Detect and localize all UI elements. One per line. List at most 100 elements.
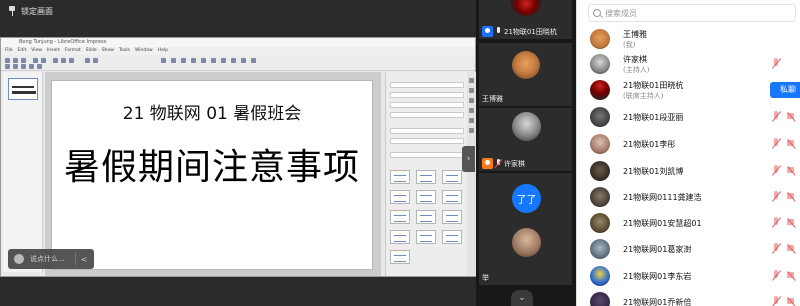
- member-row[interactable]: 许家棋 (主持人): [587, 52, 797, 76]
- layout-option[interactable]: [390, 250, 410, 264]
- lock-screen-button[interactable]: 锁定画面: [8, 3, 53, 19]
- toolbar-icon[interactable]: [53, 58, 58, 63]
- member-row[interactable]: 21物联网01李东岩: [587, 264, 797, 288]
- toolbar-icon[interactable]: [201, 58, 206, 63]
- property-field[interactable]: [390, 102, 464, 108]
- menu-item[interactable]: View: [31, 47, 42, 55]
- slide[interactable]: 21 物联网 01 暑假班会 暑假期间注意事项: [51, 80, 373, 270]
- toolbar-icon[interactable]: [191, 58, 196, 63]
- layout-option[interactable]: [390, 190, 410, 204]
- toolbar-icon[interactable]: [241, 58, 246, 63]
- member-row[interactable]: 21物联网01乔新倍: [587, 290, 797, 306]
- microphone-muted-icon[interactable]: [771, 58, 780, 70]
- toolbar-icon[interactable]: [37, 64, 42, 69]
- menu-item[interactable]: Slide: [86, 47, 97, 55]
- toolbar-icon[interactable]: [85, 58, 90, 63]
- toolbar-icon[interactable]: [21, 58, 26, 63]
- camera-off-icon[interactable]: [787, 297, 797, 305]
- emoji-icon[interactable]: [14, 254, 24, 264]
- toolbar-icon[interactable]: [29, 64, 34, 69]
- sidebar-tab-icon[interactable]: [469, 108, 474, 113]
- member-row[interactable]: 王博雅 (我): [587, 27, 797, 51]
- camera-off-icon[interactable]: [787, 244, 797, 252]
- toolbar-icon[interactable]: [221, 58, 226, 63]
- toolbar-icon[interactable]: [251, 58, 256, 63]
- layout-option[interactable]: [442, 210, 462, 224]
- layout-option[interactable]: [442, 190, 462, 204]
- microphone-muted-icon[interactable]: [771, 296, 780, 306]
- layout-option[interactable]: [390, 230, 410, 244]
- toolbar-icon[interactable]: [231, 58, 236, 63]
- menu-item[interactable]: File: [5, 47, 13, 55]
- scroll-down-button[interactable]: ⌄: [511, 290, 533, 306]
- microphone-muted-icon[interactable]: [771, 217, 780, 229]
- layout-option[interactable]: [390, 210, 410, 224]
- collapse-panel-handle[interactable]: ›: [462, 146, 475, 172]
- sidebar-tab-icon[interactable]: [469, 78, 474, 83]
- camera-off-icon[interactable]: [787, 139, 797, 147]
- microphone-muted-icon[interactable]: [771, 111, 780, 123]
- toolbar-icon[interactable]: [171, 58, 176, 63]
- property-field[interactable]: [390, 138, 464, 144]
- member-row[interactable]: 21物联01李彤: [587, 132, 797, 156]
- menu-item[interactable]: Format: [65, 47, 81, 55]
- video-tile[interactable]: 举: [479, 222, 572, 285]
- microphone-muted-icon[interactable]: [771, 165, 780, 177]
- property-field[interactable]: [390, 82, 464, 88]
- menu-item[interactable]: Window: [135, 47, 153, 55]
- toolbar-icon[interactable]: [13, 58, 18, 63]
- sidebar-tab-icon[interactable]: [469, 88, 474, 93]
- member-row[interactable]: 21物联网01安慧超01: [587, 211, 797, 235]
- chat-input-bar[interactable]: 说点什么... <: [8, 249, 94, 269]
- camera-off-icon[interactable]: [787, 192, 797, 200]
- toolbar-icon[interactable]: [61, 58, 66, 63]
- camera-off-icon[interactable]: [787, 166, 797, 174]
- member-row[interactable]: 21物联网01葛家澍: [587, 237, 797, 261]
- member-row[interactable]: 21物联01段亚丽: [587, 105, 797, 129]
- video-tile[interactable]: 21物联01田晓杭: [479, 0, 572, 39]
- member-row[interactable]: 21物联01田晓杭 (联席主持人) 私聊: [587, 78, 800, 102]
- toolbar-icon[interactable]: [93, 58, 98, 63]
- toolbar-icon[interactable]: [69, 58, 74, 63]
- toolbar-icon[interactable]: [33, 58, 38, 63]
- menu-item[interactable]: Tools: [119, 47, 130, 55]
- property-field[interactable]: [390, 112, 464, 118]
- video-tile[interactable]: 许家棋: [479, 108, 572, 171]
- layout-option[interactable]: [442, 170, 462, 184]
- microphone-muted-icon[interactable]: [771, 138, 780, 150]
- camera-off-icon[interactable]: [787, 218, 797, 226]
- layout-option[interactable]: [416, 190, 436, 204]
- layout-option[interactable]: [416, 210, 436, 224]
- sidebar-tab-icon[interactable]: [469, 128, 474, 133]
- toolbar-icon[interactable]: [13, 64, 18, 69]
- toolbar-icon[interactable]: [161, 58, 166, 63]
- property-field[interactable]: [390, 128, 464, 134]
- toolbar-icon[interactable]: [181, 58, 186, 63]
- microphone-muted-icon[interactable]: [771, 270, 780, 282]
- menu-item[interactable]: Edit: [18, 47, 27, 55]
- sidebar-tab-icon[interactable]: [469, 98, 474, 103]
- toolbar-icon[interactable]: [5, 64, 10, 69]
- slide-thumbnail[interactable]: [8, 78, 38, 100]
- property-field[interactable]: [390, 152, 464, 158]
- microphone-muted-icon[interactable]: [771, 191, 780, 203]
- layout-option[interactable]: [390, 170, 410, 184]
- camera-off-icon[interactable]: [787, 271, 797, 279]
- collapse-chat-icon[interactable]: <: [81, 255, 88, 264]
- private-chat-button[interactable]: 私聊: [770, 82, 800, 98]
- toolbar-icon[interactable]: [21, 64, 26, 69]
- member-row[interactable]: 21物联01刘凯博: [587, 159, 797, 183]
- toolbar-icon[interactable]: [5, 58, 10, 63]
- toolbar-icon[interactable]: [41, 58, 46, 63]
- toolbar-icon[interactable]: [211, 58, 216, 63]
- microphone-muted-icon[interactable]: [771, 243, 780, 255]
- menu-item[interactable]: Help: [158, 47, 168, 55]
- video-tile[interactable]: 王博雅: [479, 43, 572, 106]
- sidebar-tab-icon[interactable]: [469, 118, 474, 123]
- camera-off-icon[interactable]: [787, 112, 797, 120]
- layout-option[interactable]: [442, 230, 462, 244]
- member-row[interactable]: 21物联网0111龚建浩: [587, 185, 797, 209]
- layout-option[interactable]: [416, 230, 436, 244]
- layout-option[interactable]: [416, 170, 436, 184]
- property-field[interactable]: [390, 92, 464, 98]
